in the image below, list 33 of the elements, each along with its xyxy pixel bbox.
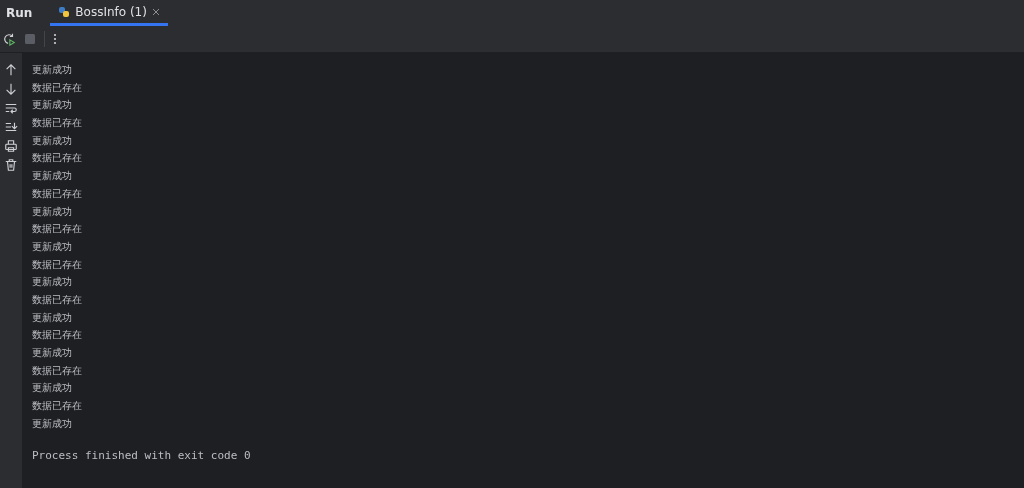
trash-icon[interactable] — [4, 158, 18, 172]
panel-title: Run — [6, 6, 33, 20]
console-line: 数据已存在 — [32, 328, 82, 343]
console-line: 更新成功 — [32, 98, 72, 113]
console-line: 数据已存在 — [32, 116, 82, 131]
console-line: 数据已存在 — [32, 399, 82, 414]
console-line: 数据已存在 — [32, 222, 82, 237]
arrow-down-icon[interactable] — [4, 82, 18, 96]
console-line: 更新成功 — [32, 381, 72, 396]
console-line: 数据已存在 — [32, 363, 82, 378]
exit-message: Process finished with exit code 0 — [32, 449, 251, 463]
console-line: 更新成功 — [32, 416, 72, 431]
console-line: 更新成功 — [32, 133, 72, 148]
console-line: 数据已存在 — [32, 257, 82, 272]
console-line: 更新成功 — [32, 63, 72, 77]
console-line: 数据已存在 — [32, 186, 82, 201]
rerun-icon[interactable] — [2, 32, 16, 46]
print-icon[interactable] — [4, 139, 18, 153]
console-line: 数据已存在 — [32, 151, 82, 166]
arrow-up-icon[interactable] — [4, 63, 18, 77]
close-icon[interactable] — [151, 7, 160, 16]
console-line: 更新成功 — [32, 346, 72, 360]
python-icon — [58, 5, 71, 18]
soft-wrap-icon[interactable] — [4, 101, 18, 115]
console-line: 数据已存在 — [32, 80, 82, 95]
console-line: 更新成功 — [32, 239, 72, 254]
console-line: 更新成功 — [32, 204, 72, 219]
scroll-to-end-icon[interactable] — [4, 120, 18, 134]
console-line: 更新成功 — [32, 310, 72, 325]
console-line: 更新成功 — [32, 169, 72, 184]
console-line: 更新成功 — [32, 275, 72, 290]
more-icon[interactable] — [53, 33, 57, 45]
console-line: 数据已存在 — [32, 292, 82, 307]
